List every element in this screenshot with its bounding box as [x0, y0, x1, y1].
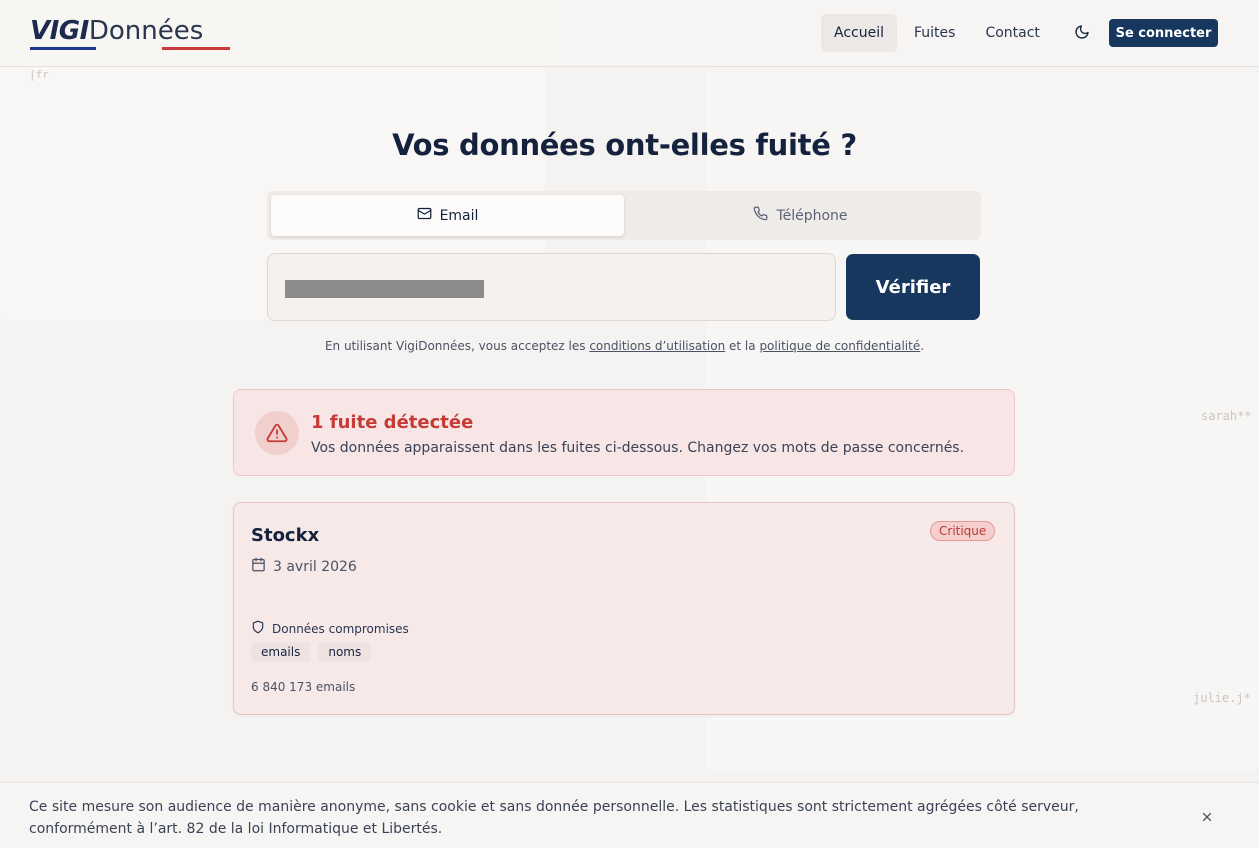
breach-card[interactable]: Stockx Critique 3 avril 2026 Données com…	[233, 502, 1015, 715]
search-mode-tabs: Email Téléphone	[267, 191, 981, 240]
nav-contact[interactable]: Contact	[972, 14, 1052, 52]
compromised-data-label: Données compromises	[272, 621, 409, 636]
cookie-banner-text: Ce site mesure son audience de manière a…	[29, 799, 1079, 837]
tab-telephone-label: Téléphone	[776, 207, 848, 224]
breach-name: Stockx	[251, 525, 320, 546]
main-nav: Accueil Fuites Contact	[821, 14, 1057, 52]
severity-badge: Critique	[930, 521, 996, 541]
terms-notice: En utilisant VigiDonnées, vous acceptez …	[0, 339, 1249, 353]
site-header: VIGI Données Accueil Fuites Contact Se c…	[0, 0, 1259, 67]
logo-donnees: Données	[88, 16, 204, 46]
tab-telephone[interactable]: Téléphone	[624, 195, 977, 236]
logo-vigi: VIGI	[30, 16, 89, 46]
alert-title: 1 fuite détectée	[311, 412, 474, 433]
nav-fuites[interactable]: Fuites	[901, 14, 968, 52]
verify-button[interactable]: Vérifier	[846, 254, 980, 320]
logo-underline-blue	[30, 47, 96, 50]
moon-icon[interactable]	[1072, 22, 1092, 42]
redacted-value	[285, 280, 484, 298]
email-search-input[interactable]	[267, 253, 836, 321]
logo-underline-red	[162, 47, 230, 50]
tab-email-label: Email	[439, 207, 479, 224]
cookie-banner: Ce site mesure son audience de manière a…	[0, 782, 1259, 848]
mail-icon	[417, 206, 432, 225]
warning-icon	[255, 411, 299, 455]
login-button[interactable]: Se connecter	[1109, 19, 1218, 47]
privacy-link[interactable]: politique de confidentialité	[759, 339, 920, 353]
affected-count: 6 840 173 emails	[251, 680, 356, 694]
breach-date-text: 3 avril 2026	[273, 558, 357, 575]
data-tag: emails	[251, 642, 311, 662]
page-title: Vos données ont-elles fuité ?	[392, 128, 857, 162]
phone-icon	[753, 206, 768, 225]
breach-alert: 1 fuite détectée Vos données apparaissen…	[233, 389, 1015, 476]
close-icon[interactable]	[1199, 809, 1215, 825]
language-indicator: |fr	[29, 68, 49, 81]
calendar-icon	[251, 557, 266, 576]
compromised-data-heading: Données compromises	[251, 620, 409, 637]
terms-link[interactable]: conditions d’utilisation	[589, 339, 725, 353]
terms-middle: et la	[725, 339, 760, 353]
background-snippet: sarah**	[1201, 409, 1252, 423]
terms-suffix: .	[920, 339, 925, 353]
breach-date: 3 avril 2026	[251, 557, 357, 576]
terms-prefix: En utilisant VigiDonnées, vous acceptez …	[324, 339, 590, 353]
alert-text: Vos données apparaissent dans les fuites…	[311, 440, 965, 456]
data-tag: noms	[318, 642, 372, 662]
shield-icon	[251, 620, 265, 637]
tab-email[interactable]: Email	[271, 195, 624, 236]
nav-accueil[interactable]: Accueil	[821, 14, 897, 52]
data-tags: emails noms	[251, 642, 372, 662]
background-snippet: julie.j*	[1193, 691, 1251, 705]
